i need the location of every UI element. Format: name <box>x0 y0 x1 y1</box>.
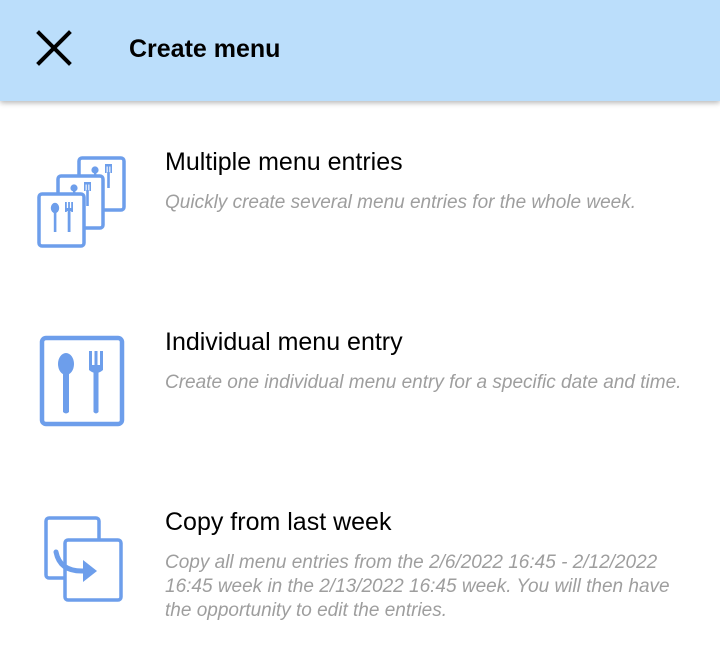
top-app-bar: Create menu <box>0 0 720 101</box>
option-title: Multiple menu entries <box>165 148 403 176</box>
option-title: Copy from last week <box>165 508 392 536</box>
option-title: Individual menu entry <box>165 328 403 356</box>
individual-menu-entry-option[interactable]: Individual menu entry Create one individ… <box>0 312 720 462</box>
multiple-menu-entries-option[interactable]: Multiple menu entries Quickly create sev… <box>0 130 720 280</box>
close-icon <box>36 30 72 66</box>
option-description: Create one individual menu entry for a s… <box>165 372 682 393</box>
multiple-cutlery-cards-icon <box>30 154 130 259</box>
option-description: Quickly create several menu entries for … <box>165 192 636 213</box>
close-button[interactable] <box>26 20 82 76</box>
copy-from-last-week-option[interactable]: Copy from last week Copy all menu entrie… <box>0 492 720 642</box>
copy-arrow-icon <box>30 510 130 615</box>
cutlery-card-icon <box>30 334 130 439</box>
page-title: Create menu <box>129 35 281 63</box>
option-description: Copy all menu entries from the 2/6/2022 … <box>165 552 670 621</box>
